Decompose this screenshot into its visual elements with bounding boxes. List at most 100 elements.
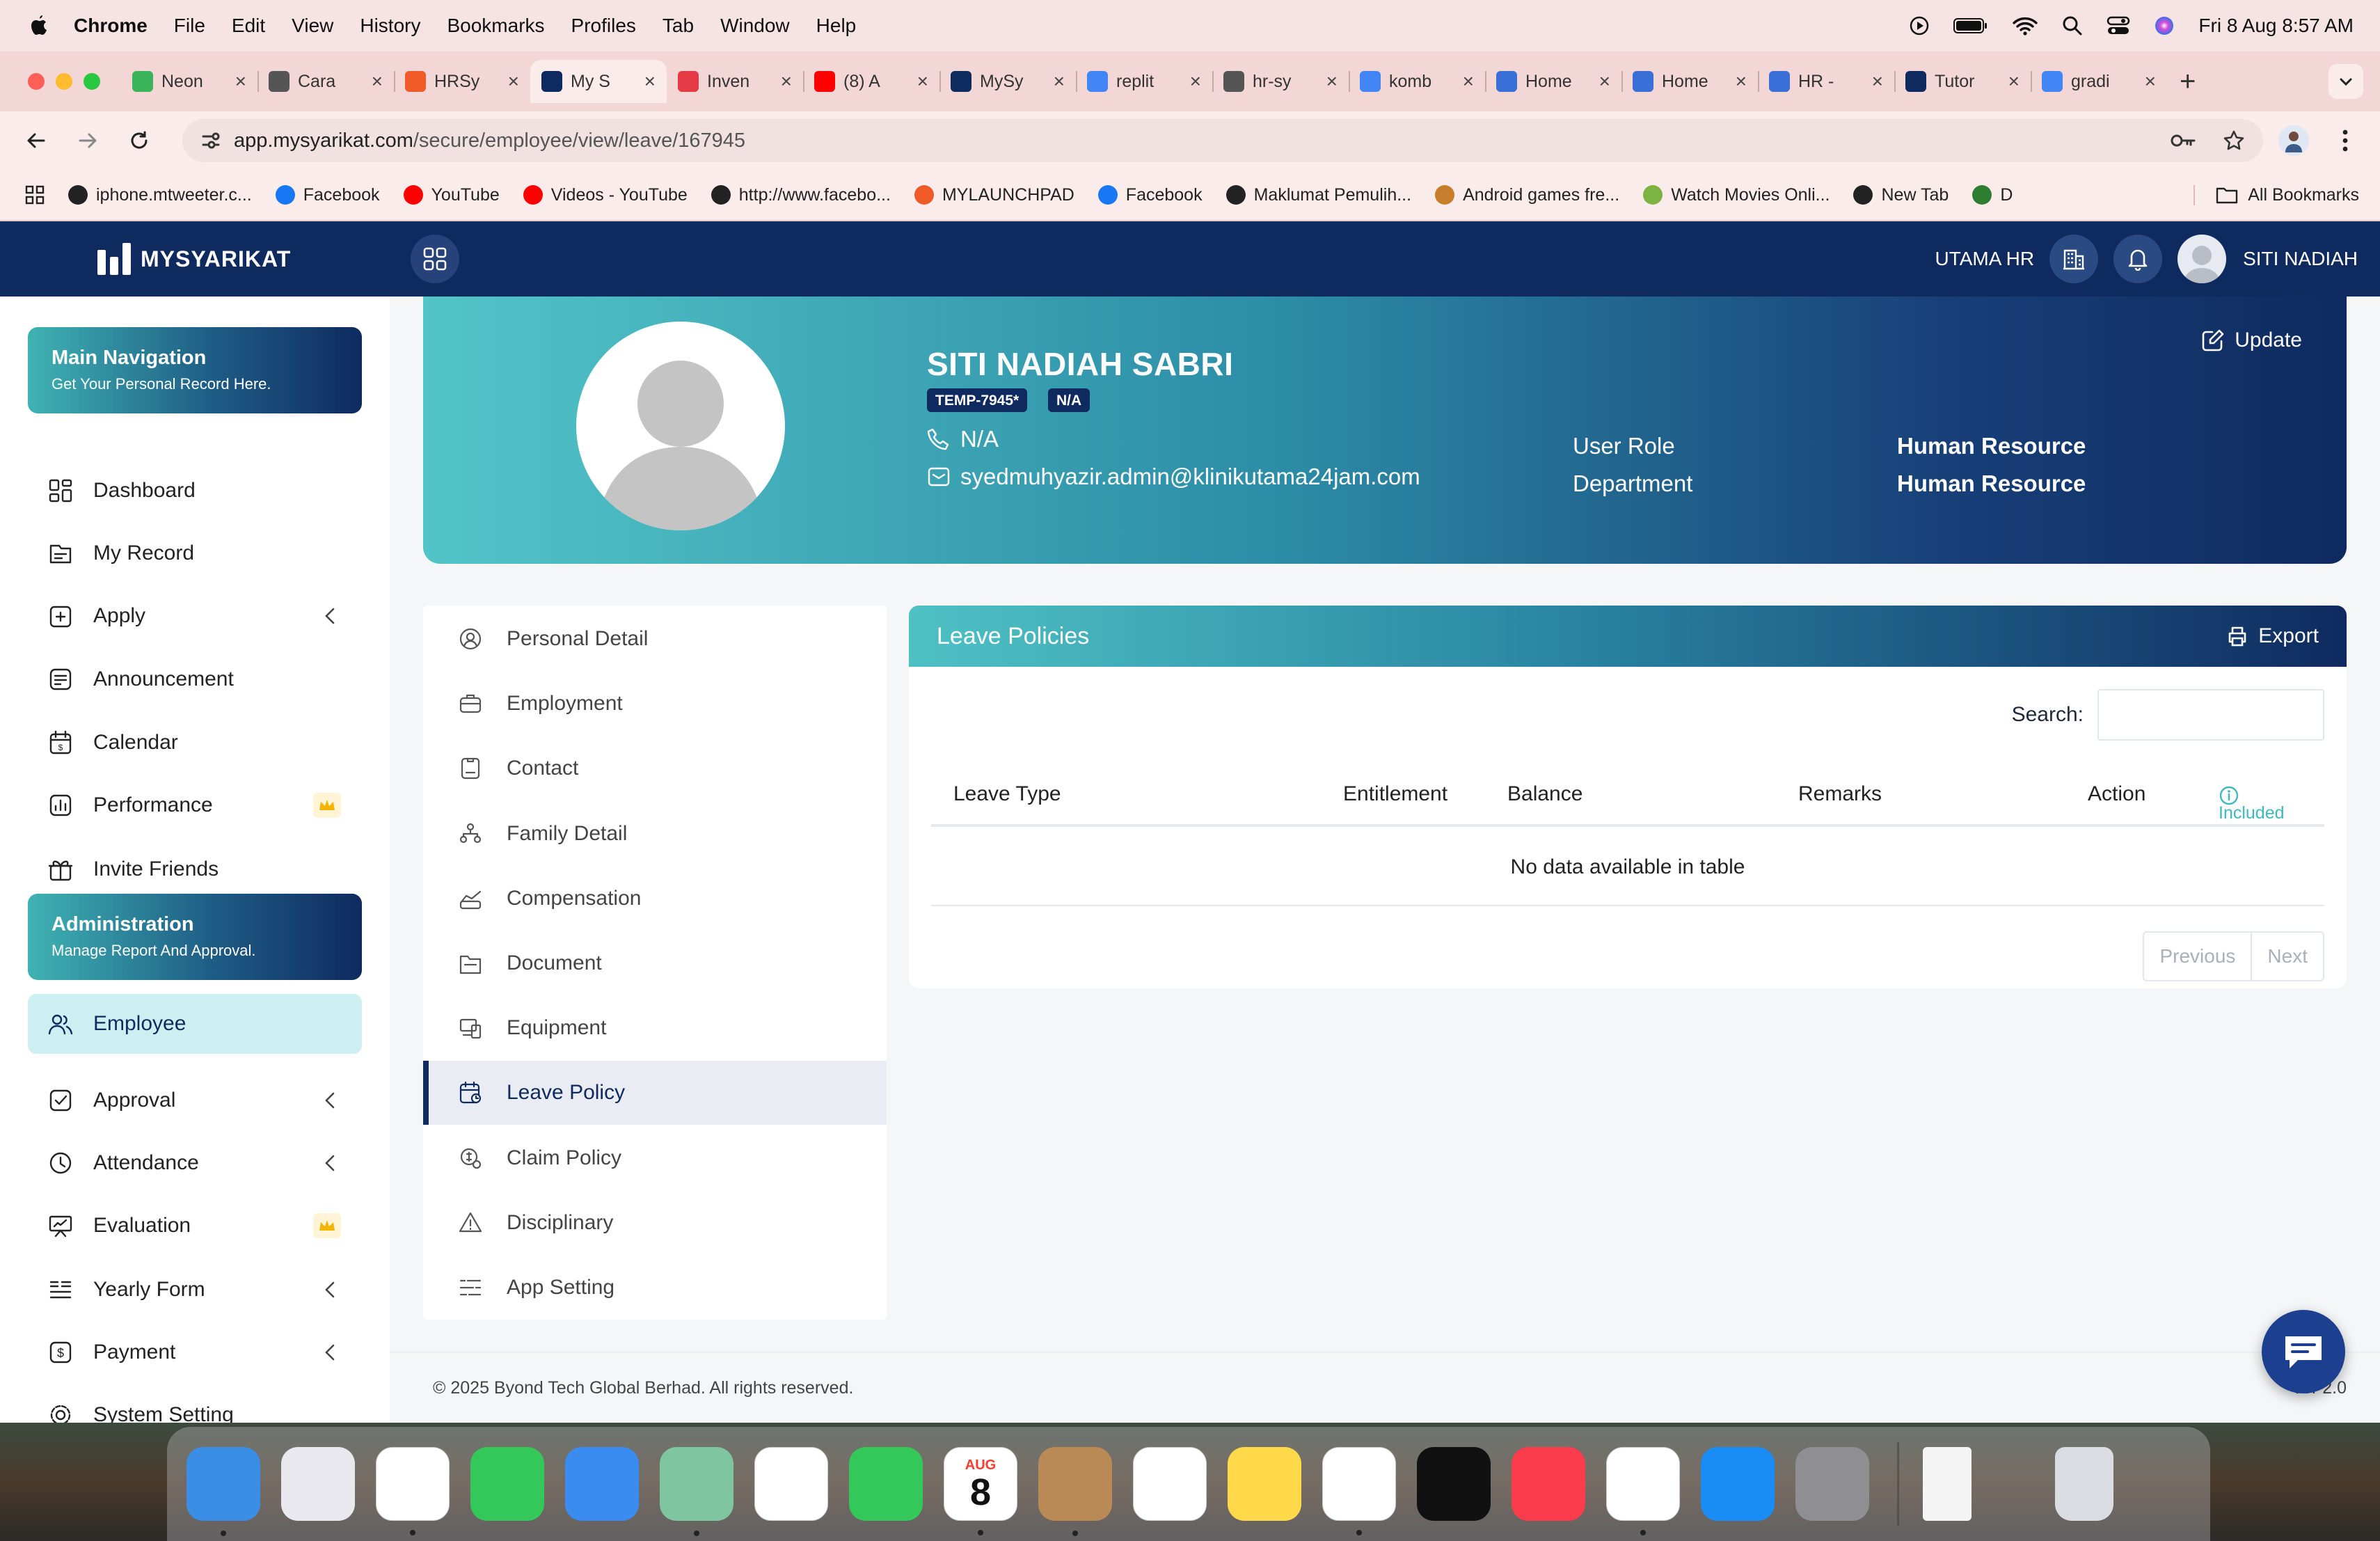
search-input[interactable] (2097, 689, 2324, 741)
app-menu-button[interactable] (411, 235, 459, 283)
tab-7[interactable]: MySy × (939, 60, 1076, 103)
close-tab-icon[interactable]: × (1190, 70, 1201, 93)
tab-15[interactable]: gradi × (2031, 60, 2167, 103)
chrome-menu-button[interactable] (2330, 129, 2361, 152)
menu-edit[interactable]: Edit (232, 15, 265, 37)
tab-6[interactable]: (8) A × (803, 60, 939, 103)
dock-contacts-icon[interactable] (1038, 1447, 1112, 1536)
close-tab-icon[interactable]: × (1463, 70, 1474, 93)
wifi-icon[interactable] (2012, 15, 2038, 36)
dock-launchpad-icon[interactable] (281, 1447, 355, 1521)
control-center-icon[interactable] (2107, 15, 2130, 36)
close-tab-icon[interactable]: × (1054, 70, 1065, 93)
bookmark-item[interactable]: Videos - YouTube (523, 185, 688, 205)
dock-reminders-icon[interactable] (1133, 1447, 1207, 1521)
apple-icon[interactable] (25, 14, 53, 38)
column-remarks[interactable]: Remarks (1798, 782, 1882, 806)
profile-avatar-icon[interactable] (2278, 125, 2309, 156)
new-tab-button[interactable]: + (2180, 66, 2196, 97)
bookmark-item[interactable]: Maklumat Pemulih... (1225, 185, 1411, 205)
bookmark-item[interactable]: Android games fre... (1435, 185, 1619, 205)
dock-chrome-icon[interactable] (1606, 1447, 1680, 1535)
close-tab-icon[interactable]: × (917, 70, 928, 93)
tab-5[interactable]: Inven × (667, 60, 803, 103)
sidebar-item-announcement[interactable]: Announcement (28, 649, 362, 709)
update-profile-button[interactable]: Update (2201, 329, 2302, 352)
tab-search-button[interactable] (2329, 64, 2363, 99)
battery-icon[interactable] (1953, 17, 1988, 35)
tab-9[interactable]: hr-sy × (1212, 60, 1349, 103)
sidebar-item-approval[interactable]: Approval (28, 1070, 362, 1130)
dock-system-settings-icon[interactable] (1795, 1447, 1869, 1521)
bookmark-star-icon[interactable] (2223, 129, 2245, 152)
close-tab-icon[interactable]: × (235, 70, 246, 93)
sidebar-item-calendar[interactable]: $ Calendar (28, 713, 362, 773)
dock-finder-icon[interactable] (187, 1447, 260, 1536)
next-page-button[interactable]: Next (2251, 933, 2323, 980)
apps-grid-icon[interactable] (25, 185, 45, 205)
dock-facetime-icon[interactable] (849, 1447, 923, 1521)
sidebar-item-payment[interactable]: $ Payment (28, 1322, 362, 1382)
chevron-left-icon[interactable] (323, 1090, 337, 1111)
close-tab-icon[interactable]: × (1736, 70, 1747, 93)
bookmark-item[interactable]: New Tab (1853, 185, 1949, 205)
section-compensation[interactable]: Compensation (423, 867, 887, 931)
close-window-button[interactable] (28, 73, 45, 90)
dock-app-store-icon[interactable] (1701, 1447, 1775, 1521)
close-tab-icon[interactable]: × (781, 70, 792, 93)
menu-bookmarks[interactable]: Bookmarks (447, 15, 544, 37)
menu-window[interactable]: Window (720, 15, 790, 37)
bookmark-item[interactable]: Facebook (1097, 185, 1203, 205)
dock-calendar-widget-icon[interactable] (1992, 1447, 2034, 1521)
menu-help[interactable]: Help (816, 15, 857, 37)
all-bookmarks-button[interactable]: All Bookmarks (2193, 184, 2359, 205)
section-document[interactable]: Document (423, 931, 887, 995)
included-filter[interactable]: Included (2219, 785, 2285, 823)
close-tab-icon[interactable]: × (1599, 70, 1610, 93)
chevron-left-icon[interactable] (323, 606, 337, 626)
bookmark-item[interactable]: Facebook (275, 185, 380, 205)
dock-mail-icon[interactable] (565, 1447, 639, 1521)
sidebar-item-system-setting[interactable]: System Setting (28, 1385, 362, 1423)
dock-notes-icon[interactable] (1228, 1447, 1301, 1521)
notification-button[interactable] (2113, 235, 2163, 283)
tab-4[interactable]: My S × (530, 60, 667, 103)
section-equipment[interactable]: Equipment (423, 996, 887, 1060)
tab-2[interactable]: Cara × (257, 60, 394, 103)
menu-tab[interactable]: Tab (663, 15, 694, 37)
menu-file[interactable]: File (174, 15, 205, 37)
company-name[interactable]: UTAMA HR (1935, 248, 2034, 270)
tab-13[interactable]: HR - × (1758, 60, 1894, 103)
sidebar-item-dashboard[interactable]: Dashboard (28, 461, 362, 521)
section-app-setting[interactable]: App Setting (423, 1256, 887, 1320)
close-tab-icon[interactable]: × (2145, 70, 2156, 93)
minimize-window-button[interactable] (56, 73, 72, 90)
sidebar-item-apply[interactable]: Apply (28, 586, 362, 646)
close-tab-icon[interactable]: × (1872, 70, 1883, 93)
password-key-icon[interactable] (2170, 132, 2196, 149)
bookmark-item[interactable]: http://www.facebo... (711, 185, 891, 205)
chevron-left-icon[interactable] (323, 1153, 337, 1173)
column-entitlement[interactable]: Entitlement (1343, 782, 1447, 806)
section-family-detail[interactable]: Family Detail (423, 802, 887, 866)
dock-tv-icon[interactable] (1417, 1447, 1491, 1521)
address-bar[interactable]: app.mysyarikat.com/secure/employee/view/… (182, 119, 2263, 162)
section-employment[interactable]: Employment (423, 672, 887, 736)
user-name[interactable]: SITI NADIAH (2243, 248, 2358, 270)
column-leave-type[interactable]: Leave Type (953, 782, 1061, 806)
spotlight-search-icon[interactable] (2062, 15, 2083, 36)
dock-freeform-icon[interactable] (1322, 1447, 1396, 1535)
back-button[interactable] (21, 130, 51, 151)
sidebar-item-invite-friends[interactable]: Invite Friends (28, 839, 362, 899)
play-icon[interactable] (1909, 15, 1930, 36)
dock-photos-icon[interactable] (754, 1447, 828, 1521)
close-tab-icon[interactable]: × (372, 70, 383, 93)
section-claim-policy[interactable]: Claim Policy (423, 1126, 887, 1190)
dock-document-icon[interactable] (1923, 1447, 1972, 1521)
column-balance[interactable]: Balance (1507, 782, 1582, 806)
dock-safari-icon[interactable] (376, 1447, 450, 1535)
site-info-icon[interactable] (200, 130, 221, 151)
dock-messages-icon[interactable] (470, 1447, 544, 1521)
tab-14[interactable]: Tutor × (1894, 60, 2031, 103)
close-tab-icon[interactable]: × (508, 70, 519, 93)
